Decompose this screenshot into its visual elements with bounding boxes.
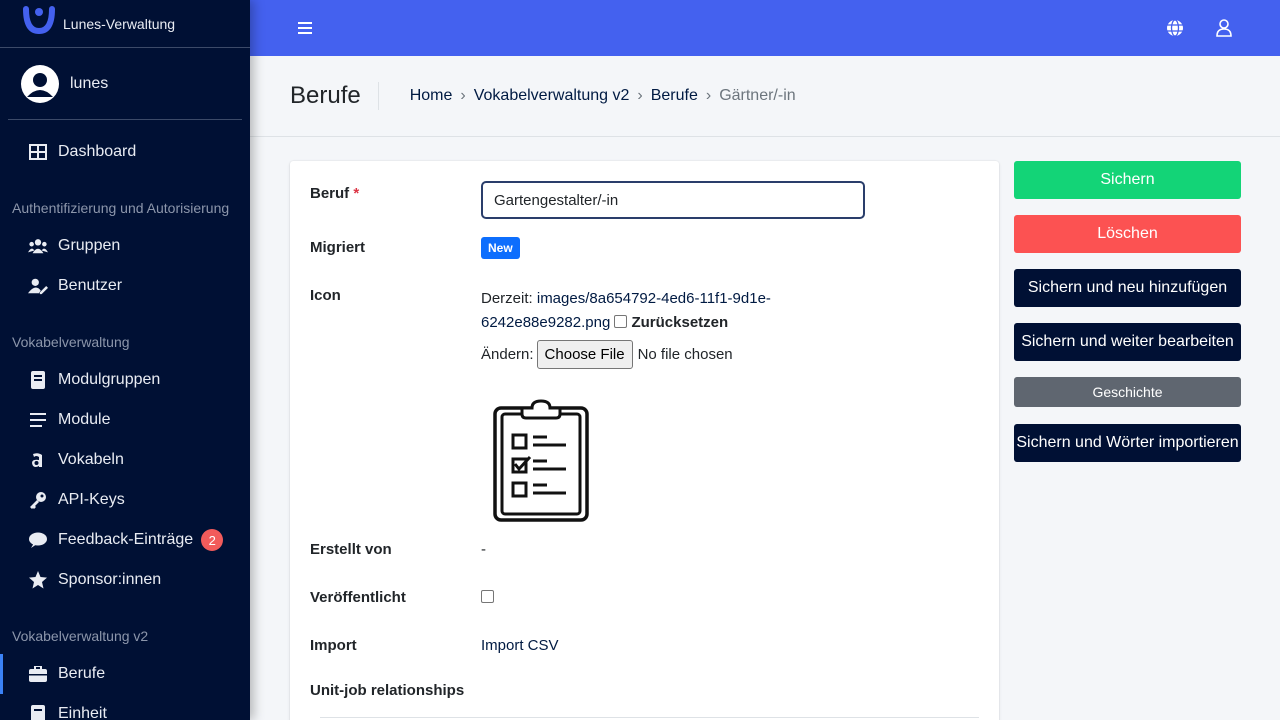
- sidebar: Lunes-Verwaltung lunes Dashboard Authent…: [0, 0, 250, 720]
- save-button[interactable]: Sichern: [1014, 161, 1241, 199]
- migriert-label: Migriert: [310, 239, 366, 256]
- brand-name: Lunes-Verwaltung: [63, 15, 176, 32]
- nav-section-header: Vokabelverwaltung v2: [12, 628, 149, 644]
- sidebar-item-gruppen[interactable]: Gruppen: [0, 226, 250, 266]
- choose-file-button[interactable]: Choose File: [536, 340, 633, 369]
- unit-job-label: Unit-job relationships: [310, 682, 465, 699]
- icon-current-prefix: Derzeit:: [481, 290, 533, 307]
- save-and-add-button[interactable]: Sichern und neu hinzufügen: [1014, 269, 1241, 307]
- breadcrumb-berufe[interactable]: Berufe: [651, 87, 698, 105]
- beruf-label-text: Beruf: [310, 185, 350, 202]
- required-mark: *: [353, 185, 360, 202]
- book-icon: [28, 704, 48, 720]
- sidebar-item-feedback[interactable]: Feedback-Einträge 2: [0, 520, 250, 560]
- list-icon: [28, 410, 48, 430]
- sidebar-item-modulgruppen[interactable]: Modulgruppen: [0, 360, 250, 400]
- breadcrumb-vokabelverwaltung-v2[interactable]: Vokabelverwaltung v2: [474, 87, 630, 105]
- icon-label: Icon: [310, 287, 341, 304]
- sidebar-item-sponsor[interactable]: Sponsor:innen: [0, 560, 250, 600]
- content-header: Berufe Home › Vokabelverwaltung v2 › Ber…: [250, 56, 1280, 137]
- book-icon: [28, 370, 48, 390]
- beruf-label: Beruf *: [310, 185, 359, 202]
- star-icon: [28, 570, 48, 590]
- save-and-continue-button[interactable]: Sichern und weiter bearbeiten: [1014, 323, 1241, 361]
- sidebar-item-label: Einheit: [58, 705, 107, 720]
- sidebar-item-label: Dashboard: [58, 143, 137, 160]
- breadcrumb-home[interactable]: Home: [410, 87, 453, 105]
- sidebar-item-api-keys[interactable]: API-Keys: [0, 480, 250, 520]
- sidebar-item-label: Benutzer: [58, 277, 123, 294]
- user-name: lunes: [70, 74, 109, 92]
- import-label: Import: [310, 637, 357, 654]
- notification-badge: 2: [201, 529, 224, 551]
- brand[interactable]: Lunes-Verwaltung: [0, 0, 250, 48]
- breadcrumb: Home › Vokabelverwaltung v2 › Berufe › G…: [410, 87, 796, 105]
- erstellt-value: -: [481, 541, 486, 558]
- globe-icon[interactable]: [1165, 18, 1185, 38]
- icon-path-line1: images/8a654792-4ed6-11f1-9d1e-: [536, 290, 771, 307]
- user-avatar-icon: [21, 64, 59, 103]
- breadcrumb-separator: ›: [705, 87, 712, 104]
- icon-current: Derzeit: images/8a654792-4ed6-11f1-9d1e-…: [481, 287, 771, 335]
- icon-path-line2: 6242e88e9282.png: [481, 314, 611, 331]
- reset-checkbox[interactable]: [614, 315, 628, 328]
- sidebar-item-label: Gruppen: [58, 237, 121, 254]
- hamburger-icon[interactable]: [296, 19, 314, 37]
- breadcrumb-separator: ›: [460, 87, 466, 104]
- sidebar-item-label: Berufe: [58, 665, 106, 682]
- sidebar-item-label: Modulgruppen: [58, 371, 161, 388]
- delete-button[interactable]: Löschen: [1014, 215, 1241, 253]
- sidebar-item-benutzer[interactable]: Benutzer: [0, 266, 250, 306]
- nav-section-header: Authentifizierung und Autorisierung: [12, 200, 230, 216]
- sidebar-item-berufe[interactable]: Berufe: [0, 654, 250, 694]
- letter-a-icon: [28, 450, 48, 470]
- user-icon[interactable]: [1214, 18, 1234, 38]
- breadcrumb-separator: ›: [637, 87, 643, 104]
- change-label: Ändern:: [481, 346, 534, 363]
- comment-icon: [28, 530, 48, 550]
- veroeffentlicht-checkbox[interactable]: [481, 590, 494, 603]
- beruf-input[interactable]: [481, 181, 865, 219]
- save-and-import-button[interactable]: Sichern und Wörter importieren: [1014, 424, 1241, 462]
- users-icon: [28, 236, 48, 256]
- sidebar-item-label: Sponsor:innen: [58, 571, 162, 588]
- user-panel[interactable]: lunes: [8, 48, 242, 120]
- sidebar-item-label: Module: [58, 411, 111, 428]
- sidebar-item-label: API-Keys: [58, 491, 125, 508]
- veroeffentlicht-label: Veröffentlicht: [310, 589, 406, 606]
- dashboard-icon: [28, 142, 48, 162]
- sidebar-item-dashboard[interactable]: Dashboard: [0, 132, 250, 172]
- history-button[interactable]: Geschichte: [1014, 377, 1241, 407]
- sidebar-item-label: Vokabeln: [58, 451, 124, 468]
- sidebar-item-vokabeln[interactable]: Vokabeln: [0, 440, 250, 480]
- sidebar-item-module[interactable]: Module: [0, 400, 250, 440]
- import-csv-link[interactable]: Import CSV: [481, 637, 559, 654]
- top-navbar: [250, 0, 1280, 56]
- divider: [320, 717, 979, 718]
- clipboard-checklist-icon: [493, 399, 589, 522]
- page-title: Berufe: [290, 82, 379, 110]
- user-edit-icon: [28, 276, 48, 296]
- sidebar-item-einheit[interactable]: Einheit: [0, 694, 250, 720]
- erstellt-label: Erstellt von: [310, 541, 392, 558]
- key-icon: [28, 490, 48, 510]
- icon-change-row: Ändern: Choose File No file chosen: [481, 340, 733, 369]
- breadcrumb-current: Gärtner/-in: [719, 87, 796, 104]
- form-card: Beruf * Migriert New Icon Derzeit: image…: [290, 161, 999, 720]
- nav-section-header: Vokabelverwaltung: [12, 334, 130, 350]
- file-status: No file chosen: [637, 346, 733, 363]
- sidebar-item-label: Feedback-Einträge: [58, 531, 194, 548]
- brand-logo-icon: [23, 5, 55, 34]
- reset-label: Zurücksetzen: [631, 314, 729, 331]
- migriert-new-badge: New: [481, 237, 520, 259]
- briefcase-icon: [28, 664, 48, 684]
